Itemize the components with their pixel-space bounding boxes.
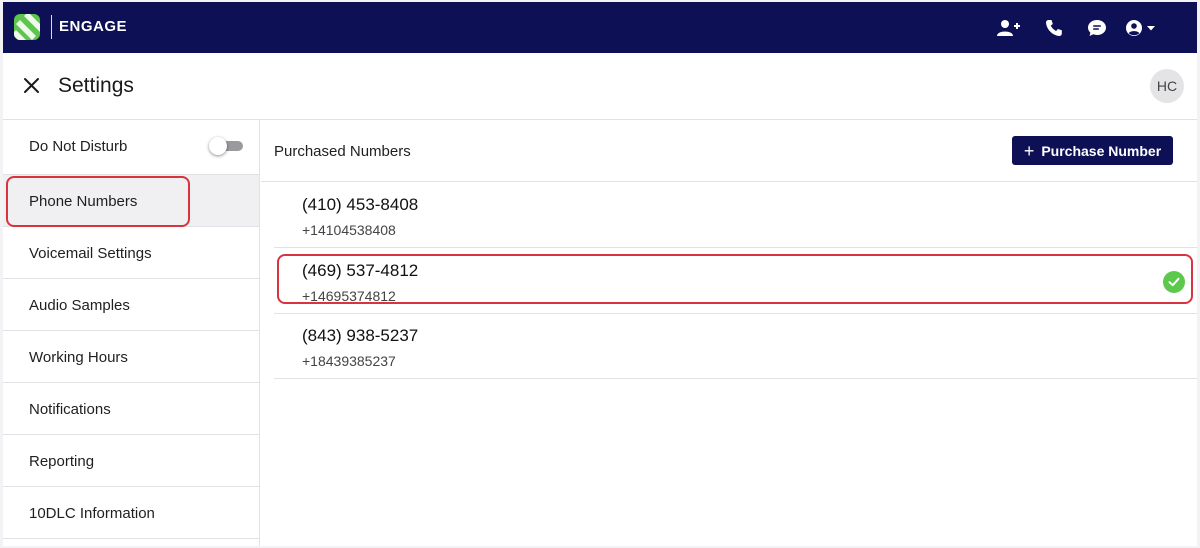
- sidebar-item-label: Phone Numbers: [29, 193, 138, 210]
- page-title: Settings: [58, 74, 134, 97]
- close-icon[interactable]: [22, 76, 42, 96]
- purchase-number-button[interactable]: + Purchase Number: [1012, 136, 1173, 165]
- check-circle-icon: [1163, 271, 1185, 293]
- phone-number-formatted: (843) 938-5237: [302, 326, 419, 345]
- sidebar-item-label: 10DLC Information: [29, 505, 155, 522]
- sidebar-item-phone-numbers[interactable]: Phone Numbers: [3, 175, 259, 227]
- sidebar-item-label: Notifications: [29, 401, 111, 418]
- panel-header: Purchased Numbers + Purchase Number: [261, 120, 1197, 182]
- add-contact-icon[interactable]: [997, 18, 1021, 38]
- purchase-number-label: Purchase Number: [1041, 142, 1162, 159]
- top-navbar: ENGAGE: [3, 2, 1197, 53]
- purchased-numbers-panel: Purchased Numbers + Purchase Number (410…: [261, 120, 1197, 546]
- sidebar-item-label: Reporting: [29, 453, 95, 470]
- phone-number-formatted: (410) 453-8408: [302, 195, 419, 214]
- sidebar-item-10dlc-information[interactable]: 10DLC Information: [3, 487, 259, 539]
- plus-icon: +: [1023, 140, 1035, 161]
- phone-number-e164: +18439385237: [302, 353, 396, 369]
- list-item[interactable]: (410) 453-8408 +14104538408: [274, 183, 1197, 248]
- settings-sidebar: Do Not Disturb Phone Numbers Voicemail S…: [3, 120, 260, 546]
- list-item[interactable]: (469) 537-4812 +14695374812: [274, 249, 1197, 314]
- toggle-knob: [209, 137, 227, 155]
- panel-title: Purchased Numbers: [274, 143, 411, 160]
- app-window: ENGAGE Settings HC Do Not Disturb Phone …: [3, 2, 1197, 546]
- phone-number-e164: +14104538408: [302, 222, 396, 238]
- sidebar-item-label: Do Not Disturb: [29, 138, 128, 155]
- sidebar-item-working-hours[interactable]: Working Hours: [3, 331, 259, 383]
- brand-name: ENGAGE: [59, 18, 128, 35]
- chat-icon[interactable]: [1085, 18, 1109, 38]
- sidebar-item-label: Audio Samples: [29, 297, 130, 314]
- sidebar-item-label: Working Hours: [29, 349, 128, 366]
- phone-number-formatted: (469) 537-4812: [302, 261, 419, 280]
- phone-number-e164: +14695374812: [302, 288, 396, 304]
- engage-logo-icon[interactable]: [14, 14, 40, 40]
- list-item[interactable]: (843) 938-5237 +18439385237: [274, 314, 1197, 379]
- phone-icon[interactable]: [1042, 18, 1066, 38]
- sidebar-item-reporting[interactable]: Reporting: [3, 435, 259, 487]
- sidebar-item-notifications[interactable]: Notifications: [3, 383, 259, 435]
- account-icon[interactable]: [1125, 18, 1159, 38]
- logo-divider: [51, 15, 52, 39]
- do-not-disturb-toggle[interactable]: [209, 137, 243, 155]
- sidebar-item-voicemail-settings[interactable]: Voicemail Settings: [3, 227, 259, 279]
- sidebar-item-label: Voicemail Settings: [29, 245, 152, 262]
- avatar[interactable]: HC: [1150, 69, 1184, 103]
- settings-header: Settings HC: [3, 53, 1197, 120]
- sidebar-item-do-not-disturb[interactable]: Do Not Disturb: [3, 120, 259, 175]
- sidebar-item-audio-samples[interactable]: Audio Samples: [3, 279, 259, 331]
